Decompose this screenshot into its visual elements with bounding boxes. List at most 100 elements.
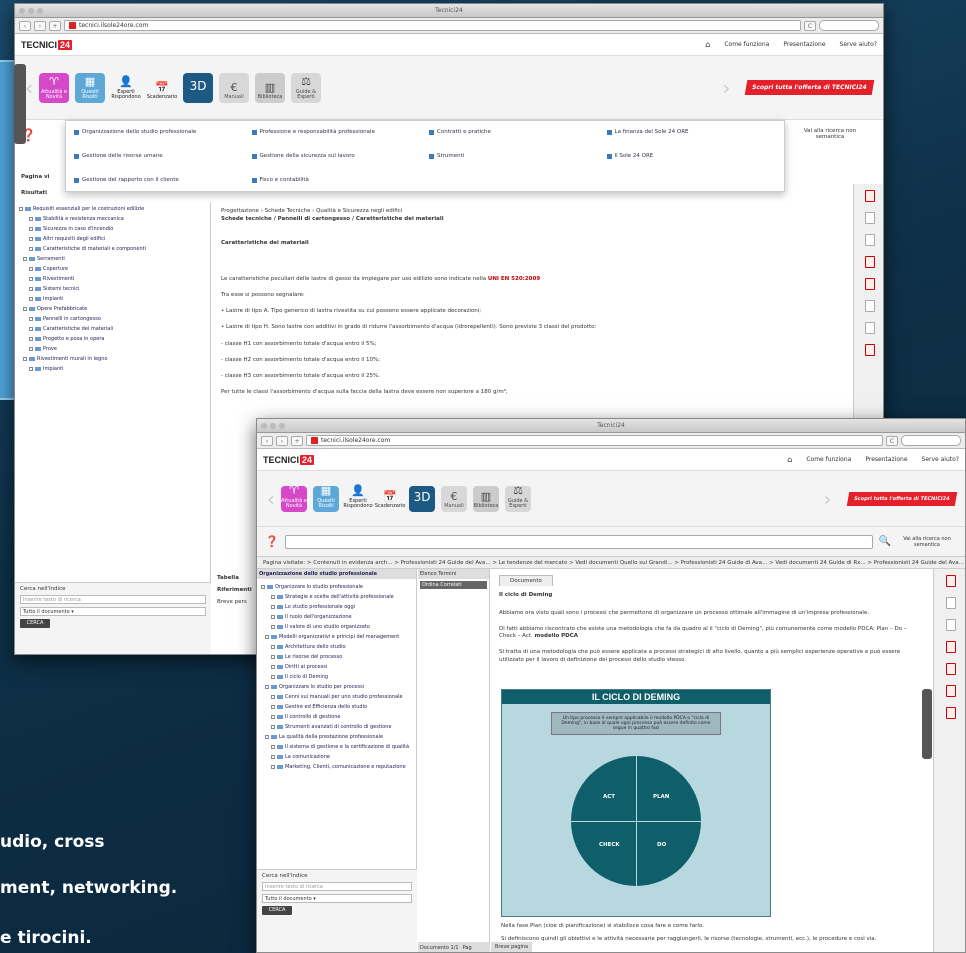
checkbox-icon[interactable] xyxy=(29,367,33,371)
logo[interactable]: TECNICI 24 xyxy=(21,39,73,50)
terms-tab[interactable]: Elenco Termini xyxy=(418,569,489,579)
tile-esperti[interactable]: 👤 Esperti Rispondono xyxy=(343,485,373,512)
tile-guide[interactable]: ⚖ Guide & Esperti xyxy=(505,485,531,512)
header-link-help[interactable]: Serve aiuto? xyxy=(922,456,959,463)
url-field[interactable]: tecnici.ilsole24ore.com xyxy=(306,435,883,446)
forward-icon[interactable]: › xyxy=(276,435,288,446)
checkbox-icon[interactable] xyxy=(29,217,33,221)
checkbox-icon[interactable] xyxy=(271,625,275,629)
zoom-dot[interactable] xyxy=(279,423,285,429)
menu-item[interactable]: Fisco e contabilità xyxy=(251,175,422,185)
checkbox-icon[interactable] xyxy=(265,635,269,639)
tree-item[interactable]: Coperture xyxy=(19,266,206,272)
checkbox-icon[interactable] xyxy=(29,277,33,281)
tile-3d[interactable]: 3D xyxy=(183,72,213,103)
tree-item[interactable]: Strategie e scelte dell'attività profess… xyxy=(261,594,412,600)
menu-item[interactable]: Professione e responsabilità professiona… xyxy=(251,127,422,137)
chevron-right-icon[interactable]: › xyxy=(824,487,832,511)
tree-item[interactable]: Il controllo di gestione xyxy=(261,714,412,720)
tree-item[interactable]: Organizzare lo studio per processi xyxy=(261,684,412,690)
tile-scadenzario[interactable]: 📅 Scadenzario xyxy=(147,72,177,103)
tree-item[interactable]: Gestire ed Efficienza dello studio xyxy=(261,704,412,710)
print-icon[interactable] xyxy=(945,597,956,609)
tree-item[interactable]: Requisiti essenziali per le costruzioni … xyxy=(19,206,206,212)
checkbox-icon[interactable] xyxy=(29,297,33,301)
menu-item[interactable]: Organizzazione dello studio professional… xyxy=(74,127,244,137)
chevron-left-icon[interactable]: ‹ xyxy=(25,76,33,100)
tile-attualita[interactable]: ♈ Attualità e Novità xyxy=(281,485,307,512)
checkbox-icon[interactable] xyxy=(271,745,275,749)
tree-item[interactable]: Caratteristiche dei materiali xyxy=(19,326,206,332)
tile-guide[interactable]: ⚖ Guide & Esperti xyxy=(291,72,321,103)
forward-icon[interactable]: › xyxy=(34,20,46,31)
save-icon[interactable] xyxy=(945,619,956,631)
tile-biblioteca[interactable]: ▥ Biblioteca xyxy=(473,485,499,512)
font-size-icon[interactable] xyxy=(864,322,875,334)
checkbox-icon[interactable] xyxy=(271,605,275,609)
checkbox-icon[interactable] xyxy=(265,685,269,689)
zoom-dot[interactable] xyxy=(37,8,43,14)
minimize-dot[interactable] xyxy=(270,423,276,429)
tree-item[interactable]: Architettura dello studio xyxy=(261,644,412,650)
tree-item[interactable]: Rivestimenti murali in legno xyxy=(19,356,206,362)
print-icon[interactable] xyxy=(864,212,875,224)
tree-item[interactable]: Lo studio professionale oggi xyxy=(261,604,412,610)
pager-short[interactable]: Breve pagina xyxy=(491,942,533,952)
tree-item[interactable]: Serramenti xyxy=(19,256,206,262)
header-link-presentation[interactable]: Presentazione xyxy=(865,456,907,463)
norm-link[interactable]: UNI EN 520:2009 xyxy=(488,276,540,282)
chevron-right-icon[interactable]: › xyxy=(722,76,730,100)
tree-item[interactable]: Opere Prefabbricate xyxy=(19,306,206,312)
search-icon[interactable]: 🔍 xyxy=(879,536,891,547)
checkbox-icon[interactable] xyxy=(29,317,33,321)
tree-item[interactable]: Pannelli in cartongesso xyxy=(19,316,206,322)
checkbox-icon[interactable] xyxy=(23,357,27,361)
tree-item[interactable]: Il ciclo di Deming xyxy=(261,674,412,680)
menu-item[interactable]: La finanza del Sole 24 ORE xyxy=(606,127,777,137)
filter-go-button[interactable]: CERCA xyxy=(20,619,50,628)
filter-select[interactable]: Tutto il documento ▾ xyxy=(20,607,206,616)
checkbox-icon[interactable] xyxy=(271,765,275,769)
share-doc-icon[interactable] xyxy=(864,256,875,268)
menu-item[interactable]: Gestione della sicurezza sul lavoro xyxy=(251,151,422,161)
tree-item[interactable]: Caratteristiche di materiali e component… xyxy=(19,246,206,252)
tile-manuali[interactable]: € Manuali xyxy=(441,485,467,512)
note-icon[interactable] xyxy=(945,685,956,697)
filter-input[interactable]: Inserire testo di ricerca xyxy=(20,595,206,604)
tree-item[interactable]: Cenni sui manuali per uno studio profess… xyxy=(261,694,412,700)
semantic-search-input[interactable] xyxy=(284,534,873,549)
terms-sort[interactable]: Ordina Correlati xyxy=(420,581,487,589)
bookmark-icon[interactable] xyxy=(864,278,875,290)
tree-item[interactable]: Sicurezza in caso d'incendio xyxy=(19,226,206,232)
pdf-icon[interactable] xyxy=(945,575,956,587)
checkbox-icon[interactable] xyxy=(29,237,33,241)
semantic-search-link[interactable]: Vai alla ricerca non semantica xyxy=(790,128,870,140)
chevron-left-icon[interactable]: ‹ xyxy=(267,487,275,511)
tile-scadenzario[interactable]: 📅 Scadenzario xyxy=(375,485,405,512)
tile-quesiti[interactable]: ▦ Quesiti Risolti xyxy=(75,72,105,103)
tree-item[interactable]: Altri requisiti degli edifici xyxy=(19,236,206,242)
tile-biblioteca[interactable]: ▥ Biblioteca xyxy=(255,72,285,103)
checkbox-icon[interactable] xyxy=(271,675,275,679)
close-dot[interactable] xyxy=(261,423,267,429)
note-icon[interactable] xyxy=(864,300,875,312)
tree-item[interactable]: Diritti ai processi xyxy=(261,664,412,670)
checkbox-icon[interactable] xyxy=(29,347,33,351)
checkbox-icon[interactable] xyxy=(29,227,33,231)
checkbox-icon[interactable] xyxy=(29,247,33,251)
checkbox-icon[interactable] xyxy=(19,207,23,211)
pager-pag[interactable]: Pag xyxy=(463,945,472,951)
checkbox-icon[interactable] xyxy=(271,695,275,699)
browser-search-input[interactable] xyxy=(819,20,879,31)
header-link-presentation[interactable]: Presentazione xyxy=(783,41,825,48)
tree-item[interactable]: Rivestimenti xyxy=(19,276,206,282)
checkbox-icon[interactable] xyxy=(271,655,275,659)
calendar-icon[interactable] xyxy=(864,344,875,356)
promo-banner[interactable]: Scopri tutta l'offerta di TECNICI24 xyxy=(745,79,875,96)
tile-esperti[interactable]: 👤 Esperti Rispondono xyxy=(111,72,141,103)
url-field[interactable]: tecnici.ilsole24ore.com xyxy=(64,20,801,31)
share-icon[interactable]: + xyxy=(291,435,303,446)
header-link-how[interactable]: Come funziona xyxy=(724,41,769,48)
tile-3d[interactable]: 3D xyxy=(409,485,435,512)
related-tab[interactable] xyxy=(922,689,932,759)
